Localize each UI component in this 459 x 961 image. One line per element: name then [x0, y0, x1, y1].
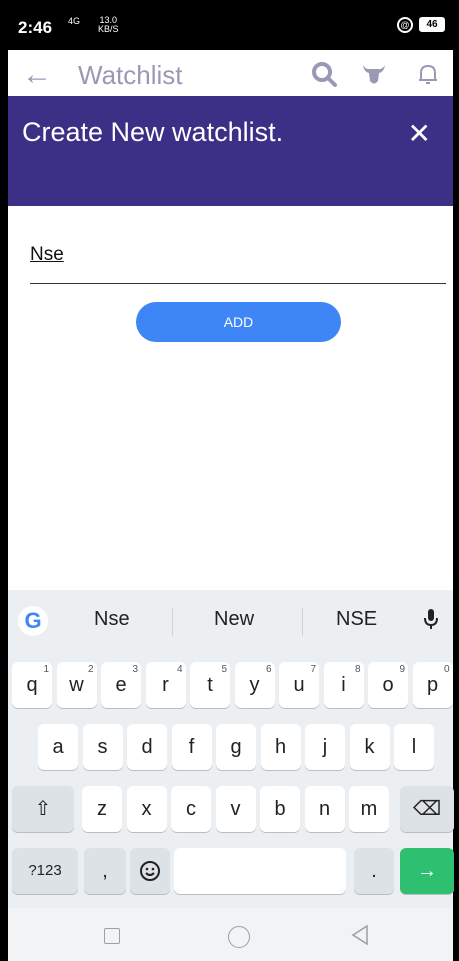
key-label: u	[293, 674, 305, 696]
key-label: t	[207, 674, 213, 696]
network-indicator: 4G	[68, 16, 81, 26]
key-number-hint: 1	[43, 664, 49, 675]
key-n[interactable]: n	[304, 786, 345, 832]
close-icon[interactable]: ✕	[408, 120, 431, 148]
rotation-lock-icon: @	[397, 17, 413, 33]
suggestion-strip: G Nse New NSE	[8, 590, 453, 652]
key-label: e	[115, 674, 127, 696]
key-v[interactable]: v	[215, 786, 256, 832]
add-button[interactable]: ADD	[136, 302, 341, 342]
back-button[interactable]	[350, 924, 370, 946]
keyboard: G Nse New NSE q1w2e3r4t5y6u7i8o9p0 asdfg…	[8, 590, 454, 908]
suggestion-divider	[302, 608, 303, 636]
key-label: w	[69, 674, 84, 696]
recents-button[interactable]	[104, 928, 120, 944]
key-f[interactable]: f	[171, 724, 212, 770]
key-z[interactable]: z	[82, 786, 122, 832]
page-title: Watchlist	[78, 60, 183, 90]
microphone-icon[interactable]	[423, 607, 439, 631]
key-r[interactable]: r4	[145, 662, 186, 708]
key-number-hint: 3	[132, 664, 138, 675]
key-number-hint: 5	[221, 664, 227, 675]
key-number-hint: 0	[443, 664, 450, 675]
suggestion-2[interactable]: New	[214, 608, 254, 631]
enter-key[interactable]: →	[400, 848, 454, 894]
key-label: q	[26, 674, 38, 696]
watchlist-name-value[interactable]: Nse	[30, 244, 64, 266]
screen: 2:46 4G 13.0 KB/S @ 46 ← Watchlist Creat…	[0, 0, 459, 961]
modal-header: Create New watchlist. ✕	[8, 96, 453, 206]
key-number-hint: 8	[354, 664, 361, 675]
key-number-hint: 7	[310, 664, 316, 675]
bell-icon[interactable]	[414, 60, 442, 88]
watchlist-name-field[interactable]: Nse	[30, 236, 446, 284]
speed-unit: KB/S	[98, 24, 119, 34]
back-arrow-icon[interactable]: ←	[22, 58, 52, 92]
key-l[interactable]: l	[394, 724, 434, 770]
suggestion-3[interactable]: NSE	[336, 608, 377, 631]
key-s[interactable]: s	[82, 724, 123, 770]
modal-title: Create New watchlist.	[22, 117, 284, 147]
key-o[interactable]: o9	[368, 662, 408, 708]
key-t[interactable]: t5	[190, 662, 230, 708]
left-edge	[0, 0, 8, 961]
key-label: o	[382, 674, 394, 696]
data-speed: 13.0 KB/S	[98, 16, 119, 34]
status-bar: 2:46 4G 13.0 KB/S @ 46	[8, 0, 453, 50]
key-i[interactable]: i8	[323, 662, 364, 708]
suggestion-divider	[172, 608, 173, 636]
comma-key[interactable]: ,	[84, 848, 126, 894]
key-m[interactable]: m	[349, 786, 389, 832]
navigation-bar	[8, 908, 453, 961]
symbols-key[interactable]: ?123	[12, 848, 78, 894]
key-e[interactable]: e3	[101, 662, 141, 708]
key-u[interactable]: u7	[279, 662, 319, 708]
key-q[interactable]: q1	[12, 662, 52, 708]
space-key[interactable]	[174, 848, 346, 894]
key-c[interactable]: c	[171, 786, 211, 832]
key-a[interactable]: a	[38, 724, 78, 770]
period-key[interactable]: .	[354, 848, 394, 894]
key-number-hint: 9	[399, 664, 405, 675]
suggestion-1[interactable]: Nse	[94, 608, 130, 631]
search-icon[interactable]	[310, 60, 338, 88]
key-label: p	[426, 674, 439, 696]
key-k[interactable]: k	[349, 724, 390, 770]
key-g[interactable]: g	[216, 724, 256, 770]
key-h[interactable]: h	[260, 724, 301, 770]
shift-key[interactable]: ⇧	[12, 786, 74, 832]
status-time: 2:46	[18, 18, 53, 37]
key-number-hint: 6	[265, 664, 272, 675]
emoji-key[interactable]	[130, 848, 170, 894]
bull-icon[interactable]	[360, 60, 388, 88]
key-label: i	[341, 674, 346, 696]
google-logo-icon[interactable]: G	[18, 606, 48, 636]
key-b[interactable]: b	[260, 786, 300, 832]
key-j[interactable]: j	[305, 724, 345, 770]
key-p[interactable]: p0	[412, 662, 453, 708]
key-x[interactable]: x	[126, 786, 167, 832]
app-bar: ← Watchlist	[8, 50, 453, 96]
key-d[interactable]: d	[127, 724, 167, 770]
battery-indicator: 46	[419, 17, 445, 32]
key-w[interactable]: w2	[56, 662, 97, 708]
emoji-icon	[140, 861, 160, 881]
key-number-hint: 2	[87, 664, 94, 675]
home-button[interactable]	[228, 926, 250, 948]
backspace-key[interactable]: ⌫	[400, 786, 454, 832]
key-label: r	[162, 674, 169, 696]
key-label: y	[249, 674, 260, 696]
key-y[interactable]: y6	[234, 662, 275, 708]
key-number-hint: 4	[176, 664, 183, 675]
